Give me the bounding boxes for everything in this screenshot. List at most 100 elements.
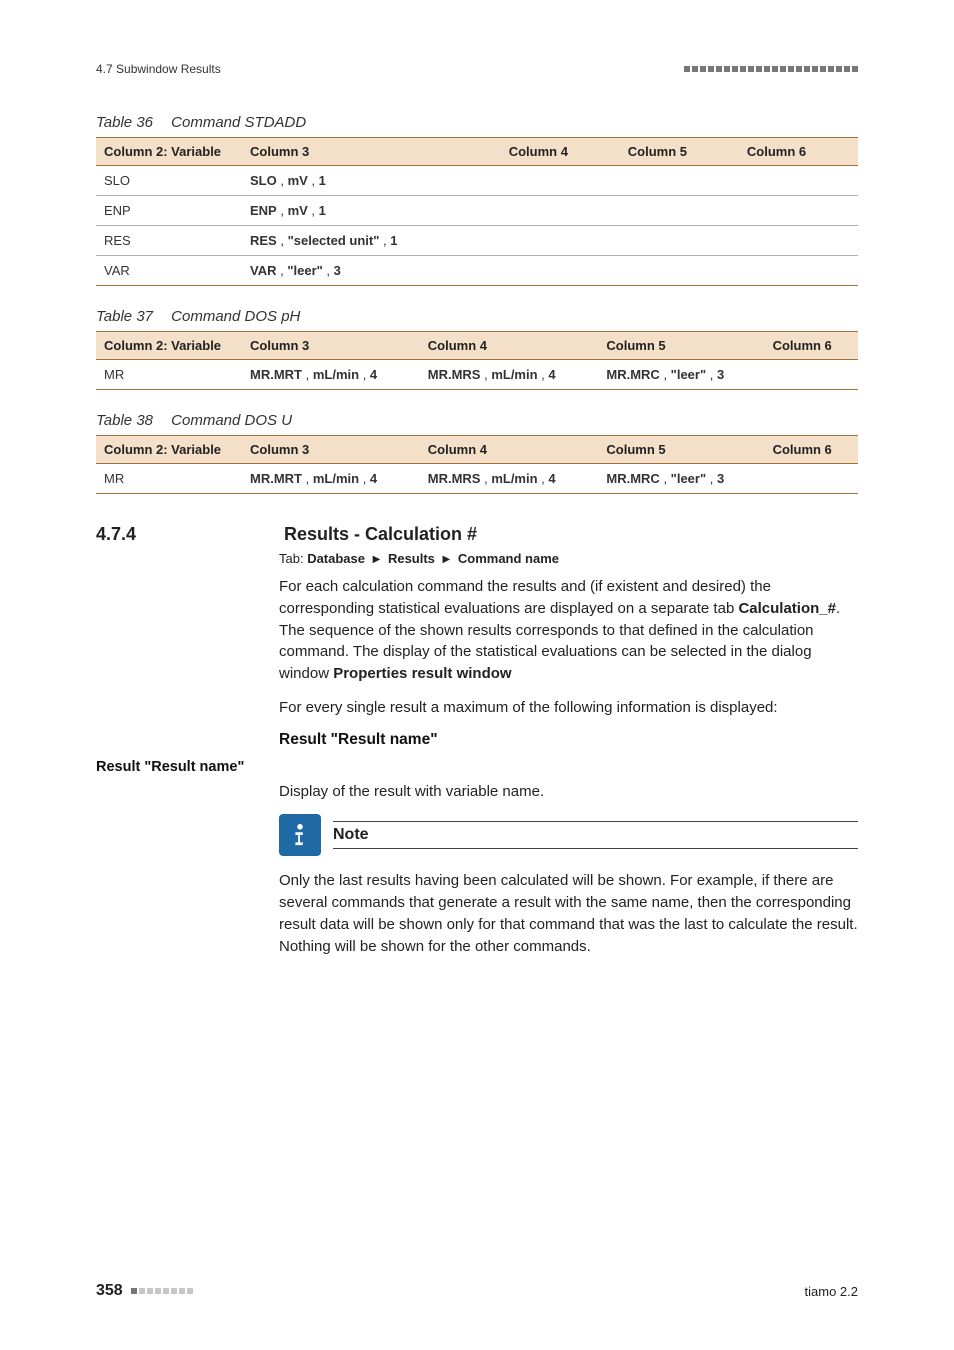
text-bold: MR.MRT <box>250 367 302 382</box>
table-row: SLOSLO , mV , 1 <box>96 166 858 196</box>
table-cell <box>501 196 620 226</box>
product-name: tiamo 2.2 <box>805 1284 858 1299</box>
table37: Column 2: Variable Column 3 Column 4 Col… <box>96 331 858 390</box>
table-header: Column 3 <box>242 436 420 464</box>
section-body: Tab: Database ▶ Results ▶ Command name F… <box>279 551 858 749</box>
text-bold: MR.MRS <box>428 471 481 486</box>
text-bold: MR.MRC <box>606 367 659 382</box>
note-rule-bottom <box>333 848 858 849</box>
margin-label: Result "Result name" <box>96 759 858 775</box>
table37-caption-num: Table 37 <box>96 308 167 325</box>
table36-caption-title: Command STDADD <box>171 114 306 131</box>
table38: Column 2: Variable Column 3 Column 4 Col… <box>96 435 858 494</box>
table-header: Column 4 <box>501 138 620 166</box>
table-cell: SLO , mV , 1 <box>242 166 501 196</box>
table36-caption-num: Table 36 <box>96 114 167 131</box>
table37-caption: Table 37 Command DOS pH <box>96 308 858 325</box>
triangle-right-icon: ▶ <box>439 554 455 565</box>
table-cell: ENP , mV , 1 <box>242 196 501 226</box>
table-header: Column 2: Variable <box>96 138 242 166</box>
text-bold: mL/min <box>313 367 359 382</box>
note-title: Note <box>333 822 858 848</box>
text-bold: mV <box>288 203 308 218</box>
table-header: Column 2: Variable <box>96 332 242 360</box>
section-body: Display of the result with variable name… <box>279 781 858 958</box>
table-header: Column 5 <box>598 436 764 464</box>
table-cell <box>501 256 620 286</box>
subheading: Result "Result name" <box>279 731 858 749</box>
text-bold: MR.MRT <box>250 471 302 486</box>
table-cell: SLO <box>96 166 242 196</box>
paragraph: For every single result a maximum of the… <box>279 697 858 719</box>
section-number: 4.7.4 <box>96 524 279 545</box>
table-cell <box>765 360 858 390</box>
table-cell: MR.MRT , mL/min , 4 <box>242 464 420 494</box>
table-row: MRMR.MRT , mL/min , 4MR.MRS , mL/min , 4… <box>96 464 858 494</box>
text-bold: "selected unit" <box>288 233 380 248</box>
table-header: Column 5 <box>598 332 764 360</box>
table-header: Column 5 <box>620 138 739 166</box>
table-header-row: Column 2: Variable Column 3 Column 4 Col… <box>96 138 858 166</box>
table-cell: RES <box>96 226 242 256</box>
table-header: Column 3 <box>242 138 501 166</box>
table-header: Column 6 <box>739 138 858 166</box>
paragraph: Display of the result with variable name… <box>279 781 858 803</box>
text-bold: 1 <box>319 173 326 188</box>
text-bold: 1 <box>390 233 397 248</box>
header-section-label: 4.7 Subwindow Results <box>96 62 221 76</box>
table-cell: MR <box>96 360 242 390</box>
tab-part: Database <box>307 551 365 566</box>
table-header: Column 4 <box>420 436 599 464</box>
table38-caption: Table 38 Command DOS U <box>96 412 858 429</box>
header-decorative-dots <box>684 66 858 72</box>
text-bold: Properties result window <box>333 665 511 682</box>
footer-decorative-dots <box>131 1288 193 1294</box>
tab-part: Command name <box>458 551 559 566</box>
text-bold: mL/min <box>491 471 537 486</box>
table36-caption: Table 36 Command STDADD <box>96 114 858 131</box>
header-row: 4.7 Subwindow Results <box>96 62 858 76</box>
text-bold: "leer" <box>671 471 706 486</box>
table-header-row: Column 2: Variable Column 3 Column 4 Col… <box>96 332 858 360</box>
section-heading: 4.7.4 Results - Calculation # <box>96 524 858 545</box>
table-cell <box>765 464 858 494</box>
page-number: 358 <box>96 1282 123 1300</box>
table-cell <box>620 256 739 286</box>
table-cell: MR.MRS , mL/min , 4 <box>420 464 599 494</box>
table-cell: RES , "selected unit" , 1 <box>242 226 501 256</box>
text-bold: 3 <box>717 367 724 382</box>
table-cell <box>620 226 739 256</box>
footer-row: 358 tiamo 2.2 <box>96 1282 858 1300</box>
table-cell <box>739 226 858 256</box>
table38-caption-num: Table 38 <box>96 412 167 429</box>
text-bold: SLO <box>250 173 277 188</box>
text-bold: MR.MRC <box>606 471 659 486</box>
table-header: Column 4 <box>420 332 599 360</box>
text-bold: RES <box>250 233 277 248</box>
table-cell <box>501 226 620 256</box>
tab-part: Results <box>388 551 435 566</box>
table-cell <box>739 196 858 226</box>
note-text: Only the last results having been calcul… <box>279 870 858 957</box>
table-cell <box>501 166 620 196</box>
table-cell: ENP <box>96 196 242 226</box>
text-bold: mL/min <box>491 367 537 382</box>
table-cell: VAR <box>96 256 242 286</box>
text-bold: MR.MRS <box>428 367 481 382</box>
text-bold: 4 <box>548 471 555 486</box>
table-cell: VAR , "leer" , 3 <box>242 256 501 286</box>
table-cell: MR.MRC , "leer" , 3 <box>598 464 764 494</box>
text-bold: ENP <box>250 203 277 218</box>
table-cell: MR.MRS , mL/min , 4 <box>420 360 599 390</box>
table37-caption-title: Command DOS pH <box>171 308 300 325</box>
table-row: VARVAR , "leer" , 3 <box>96 256 858 286</box>
table-cell: MR <box>96 464 242 494</box>
text-bold: 4 <box>548 367 555 382</box>
text-bold: "leer" <box>671 367 706 382</box>
text-bold: mL/min <box>313 471 359 486</box>
table-header-row: Column 2: Variable Column 3 Column 4 Col… <box>96 436 858 464</box>
table-cell <box>739 256 858 286</box>
text-bold: VAR <box>250 263 276 278</box>
text-bold: mV <box>288 173 308 188</box>
paragraph: For each calculation command the results… <box>279 576 858 685</box>
